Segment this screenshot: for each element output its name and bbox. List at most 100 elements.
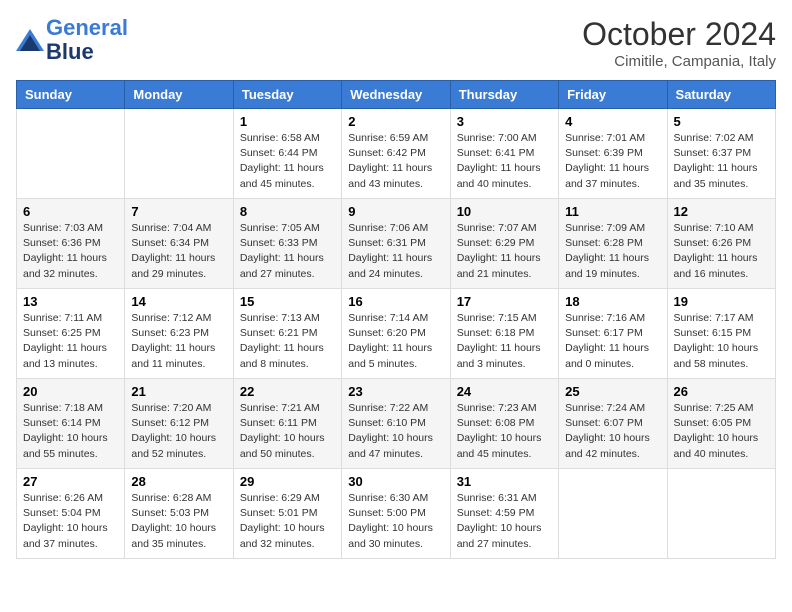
calendar-cell: 4Sunrise: 7:01 AM Sunset: 6:39 PM Daylig… — [559, 109, 667, 199]
calendar-cell: 24 Sunrise: 7:23 AM Sunset: 6:08 PM Dayli… — [450, 379, 558, 469]
day-info: Sunrise: 7:02 AM Sunset: 6:37 PM Dayligh… — [674, 131, 769, 192]
weekday-header-monday: Monday — [125, 81, 233, 109]
day-number: 12 — [674, 204, 769, 219]
day-number: 8 — [240, 204, 335, 219]
calendar-cell: 12 Sunrise: 7:10 AM Sunset: 6:26 PM Dayli… — [667, 199, 775, 289]
calendar-cell: 18Sunrise: 7:16 AM Sunset: 6:17 PM Dayli… — [559, 289, 667, 379]
month-title: October 2024 — [582, 16, 776, 53]
day-number: 20 — [23, 384, 118, 399]
calendar-cell — [125, 109, 233, 199]
day-number: 1 — [240, 114, 335, 129]
calendar-cell: 6 Sunrise: 7:03 AM Sunset: 6:36 PM Daylig… — [17, 199, 125, 289]
day-number: 25 — [565, 384, 660, 399]
day-info: Sunrise: 7:01 AM Sunset: 6:39 PM Dayligh… — [565, 131, 660, 192]
calendar-cell: 16 Sunrise: 7:14 AM Sunset: 6:20 PM Dayli… — [342, 289, 450, 379]
day-info: Sunrise: 6:31 AM Sunset: 4:59 PM Dayligh… — [457, 491, 552, 552]
day-number: 2 — [348, 114, 443, 129]
day-info: Sunrise: 7:23 AM Sunset: 6:08 PM Dayligh… — [457, 401, 552, 462]
day-number: 28 — [131, 474, 226, 489]
calendar-cell: 15Sunrise: 7:13 AM Sunset: 6:21 PM Dayli… — [233, 289, 341, 379]
calendar-cell: 8Sunrise: 7:05 AM Sunset: 6:33 PM Daylig… — [233, 199, 341, 289]
logo: GeneralBlue — [16, 16, 128, 64]
calendar-cell: 14Sunrise: 7:12 AM Sunset: 6:23 PM Dayli… — [125, 289, 233, 379]
day-info: Sunrise: 7:20 AM Sunset: 6:12 PM Dayligh… — [131, 401, 226, 462]
calendar-cell: 30 Sunrise: 6:30 AM Sunset: 5:00 PM Dayli… — [342, 469, 450, 559]
logo-icon — [16, 29, 44, 51]
day-info: Sunrise: 7:13 AM Sunset: 6:21 PM Dayligh… — [240, 311, 335, 372]
calendar-cell: 9Sunrise: 7:06 AM Sunset: 6:31 PM Daylig… — [342, 199, 450, 289]
calendar-week-row: 6 Sunrise: 7:03 AM Sunset: 6:36 PM Daylig… — [17, 199, 776, 289]
weekday-header-tuesday: Tuesday — [233, 81, 341, 109]
day-number: 23 — [348, 384, 443, 399]
calendar-cell: 5Sunrise: 7:02 AM Sunset: 6:37 PM Daylig… — [667, 109, 775, 199]
weekday-header-row: SundayMondayTuesdayWednesdayThursdayFrid… — [17, 81, 776, 109]
calendar-cell: 7 Sunrise: 7:04 AM Sunset: 6:34 PM Daylig… — [125, 199, 233, 289]
calendar-cell: 23Sunrise: 7:22 AM Sunset: 6:10 PM Dayli… — [342, 379, 450, 469]
logo-text: GeneralBlue — [46, 16, 128, 64]
calendar-cell: 27 Sunrise: 6:26 AM Sunset: 5:04 PM Dayli… — [17, 469, 125, 559]
day-info: Sunrise: 7:04 AM Sunset: 6:34 PM Dayligh… — [131, 221, 226, 282]
calendar-cell: 28Sunrise: 6:28 AM Sunset: 5:03 PM Dayli… — [125, 469, 233, 559]
weekday-header-wednesday: Wednesday — [342, 81, 450, 109]
day-number: 18 — [565, 294, 660, 309]
day-info: Sunrise: 7:07 AM Sunset: 6:29 PM Dayligh… — [457, 221, 552, 282]
day-number: 17 — [457, 294, 552, 309]
title-block: October 2024 Cimitile, Campania, Italy — [582, 16, 776, 70]
calendar-cell: 1 Sunrise: 6:58 AM Sunset: 6:44 PM Daylig… — [233, 109, 341, 199]
calendar-cell: 22 Sunrise: 7:21 AM Sunset: 6:11 PM Dayli… — [233, 379, 341, 469]
day-info: Sunrise: 7:17 AM Sunset: 6:15 PM Dayligh… — [674, 311, 769, 372]
calendar-cell: 29 Sunrise: 6:29 AM Sunset: 5:01 PM Dayli… — [233, 469, 341, 559]
calendar-cell — [559, 469, 667, 559]
day-info: Sunrise: 6:26 AM Sunset: 5:04 PM Dayligh… — [23, 491, 118, 552]
calendar-cell: 21Sunrise: 7:20 AM Sunset: 6:12 PM Dayli… — [125, 379, 233, 469]
day-number: 31 — [457, 474, 552, 489]
day-info: Sunrise: 7:03 AM Sunset: 6:36 PM Dayligh… — [23, 221, 118, 282]
day-number: 6 — [23, 204, 118, 219]
calendar-week-row: 1 Sunrise: 6:58 AM Sunset: 6:44 PM Daylig… — [17, 109, 776, 199]
day-info: Sunrise: 6:59 AM Sunset: 6:42 PM Dayligh… — [348, 131, 443, 192]
day-info: Sunrise: 7:10 AM Sunset: 6:26 PM Dayligh… — [674, 221, 769, 282]
day-info: Sunrise: 7:11 AM Sunset: 6:25 PM Dayligh… — [23, 311, 118, 372]
weekday-header-thursday: Thursday — [450, 81, 558, 109]
day-number: 24 — [457, 384, 552, 399]
calendar-cell: 17Sunrise: 7:15 AM Sunset: 6:18 PM Dayli… — [450, 289, 558, 379]
calendar-cell: 2 Sunrise: 6:59 AM Sunset: 6:42 PM Daylig… — [342, 109, 450, 199]
day-number: 22 — [240, 384, 335, 399]
page-header: GeneralBlue October 2024 Cimitile, Campa… — [16, 16, 776, 70]
calendar-table: SundayMondayTuesdayWednesdayThursdayFrid… — [16, 80, 776, 559]
day-info: Sunrise: 7:14 AM Sunset: 6:20 PM Dayligh… — [348, 311, 443, 372]
day-info: Sunrise: 7:09 AM Sunset: 6:28 PM Dayligh… — [565, 221, 660, 282]
day-number: 27 — [23, 474, 118, 489]
calendar-week-row: 20 Sunrise: 7:18 AM Sunset: 6:14 PM Dayli… — [17, 379, 776, 469]
calendar-cell: 25 Sunrise: 7:24 AM Sunset: 6:07 PM Dayli… — [559, 379, 667, 469]
day-info: Sunrise: 7:12 AM Sunset: 6:23 PM Dayligh… — [131, 311, 226, 372]
day-number: 29 — [240, 474, 335, 489]
calendar-week-row: 27 Sunrise: 6:26 AM Sunset: 5:04 PM Dayli… — [17, 469, 776, 559]
weekday-header-saturday: Saturday — [667, 81, 775, 109]
day-number: 3 — [457, 114, 552, 129]
day-number: 26 — [674, 384, 769, 399]
day-number: 10 — [457, 204, 552, 219]
calendar-week-row: 13 Sunrise: 7:11 AM Sunset: 6:25 PM Dayli… — [17, 289, 776, 379]
calendar-cell: 20 Sunrise: 7:18 AM Sunset: 6:14 PM Dayli… — [17, 379, 125, 469]
day-info: Sunrise: 6:58 AM Sunset: 6:44 PM Dayligh… — [240, 131, 335, 192]
calendar-cell: 19 Sunrise: 7:17 AM Sunset: 6:15 PM Dayli… — [667, 289, 775, 379]
day-number: 13 — [23, 294, 118, 309]
day-number: 16 — [348, 294, 443, 309]
day-number: 30 — [348, 474, 443, 489]
calendar-cell — [667, 469, 775, 559]
day-info: Sunrise: 7:00 AM Sunset: 6:41 PM Dayligh… — [457, 131, 552, 192]
day-number: 7 — [131, 204, 226, 219]
day-info: Sunrise: 7:24 AM Sunset: 6:07 PM Dayligh… — [565, 401, 660, 462]
calendar-cell: 11 Sunrise: 7:09 AM Sunset: 6:28 PM Dayli… — [559, 199, 667, 289]
day-number: 11 — [565, 204, 660, 219]
day-info: Sunrise: 6:29 AM Sunset: 5:01 PM Dayligh… — [240, 491, 335, 552]
day-info: Sunrise: 7:06 AM Sunset: 6:31 PM Dayligh… — [348, 221, 443, 282]
day-info: Sunrise: 7:21 AM Sunset: 6:11 PM Dayligh… — [240, 401, 335, 462]
day-info: Sunrise: 7:18 AM Sunset: 6:14 PM Dayligh… — [23, 401, 118, 462]
calendar-cell: 26 Sunrise: 7:25 AM Sunset: 6:05 PM Dayli… — [667, 379, 775, 469]
day-info: Sunrise: 6:30 AM Sunset: 5:00 PM Dayligh… — [348, 491, 443, 552]
weekday-header-sunday: Sunday — [17, 81, 125, 109]
day-number: 19 — [674, 294, 769, 309]
day-info: Sunrise: 7:25 AM Sunset: 6:05 PM Dayligh… — [674, 401, 769, 462]
